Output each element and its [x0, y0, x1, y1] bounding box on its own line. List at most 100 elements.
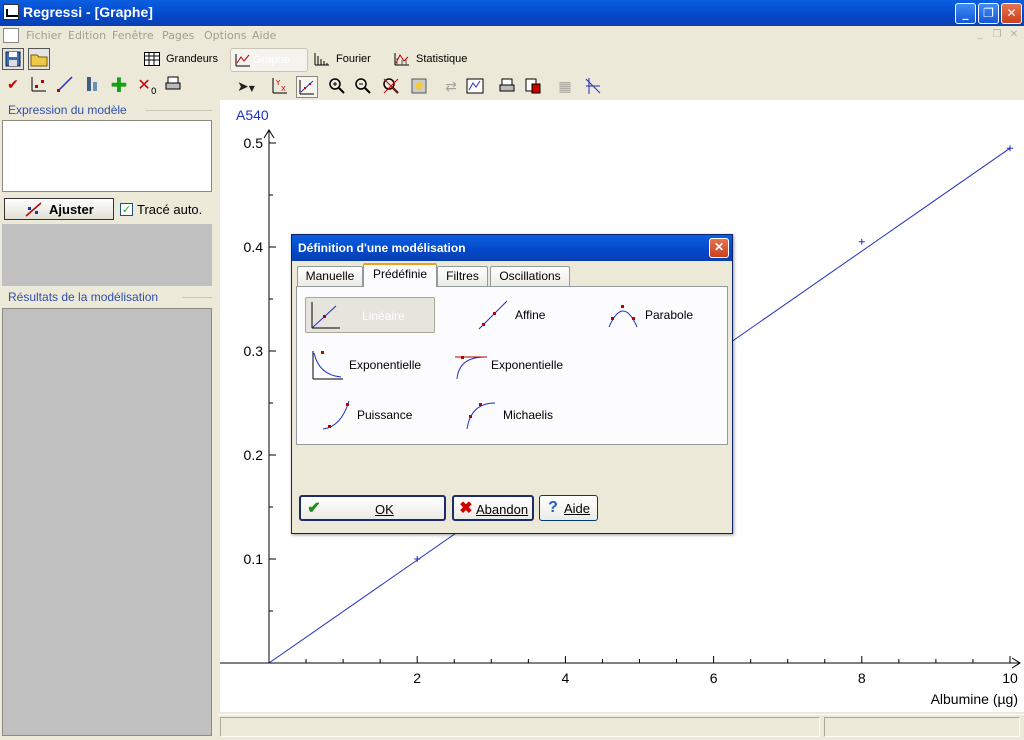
parabola-model-icon	[608, 305, 638, 328]
table-grid-icon	[144, 52, 160, 66]
ok-button[interactable]: ✔ OK	[299, 495, 446, 521]
model-label: Exponentielle	[491, 358, 564, 372]
frame-chart-icon[interactable]	[464, 76, 486, 98]
y-tick-label: 0.5	[244, 135, 264, 151]
x-zero-icon[interactable]: ✕0	[136, 74, 158, 97]
open-folder-icon[interactable]	[28, 48, 50, 70]
trace-auto-checkbox[interactable]: ✓	[120, 203, 133, 216]
page-tab-fourier[interactable]: Fourier	[314, 48, 388, 72]
save-icon[interactable]	[2, 48, 24, 70]
x-tick-label: 2	[413, 670, 421, 686]
scatter-points-icon[interactable]	[28, 74, 50, 96]
model-expression-input[interactable]	[2, 120, 212, 192]
mdi-close-icon[interactable]: ✕	[1006, 29, 1022, 43]
minimize-button[interactable]: _	[955, 3, 976, 24]
michaelis-model-icon	[466, 402, 496, 430]
linear-model-icon	[311, 302, 340, 329]
tab-filtres[interactable]: Filtres	[437, 266, 488, 286]
graph-toolbar: ➤▼ YX ⇄ ▦	[222, 74, 1024, 100]
model-exponentielle-growth-button[interactable]: Exponentielle	[453, 347, 583, 383]
zoom-reset-icon[interactable]	[380, 76, 402, 98]
help-question-icon: ?	[548, 499, 558, 516]
y-tick-label: 0.3	[244, 343, 264, 359]
grid-pattern-icon[interactable]	[408, 76, 430, 98]
tab-manuelle[interactable]: Manuelle	[297, 266, 363, 286]
abandon-x-icon: ✖	[459, 500, 473, 517]
model-lineaire-button[interactable]: Linéaire	[305, 297, 435, 333]
menu-fenetre[interactable]: Fenêtre	[112, 29, 154, 42]
page-tab-label: Fourier	[336, 53, 371, 65]
validate-check-icon[interactable]: ✔	[2, 74, 24, 96]
spectrum-bars-icon	[314, 53, 329, 66]
model-definition-dialog: Définition d'une modélisation ✕ Manuelle…	[291, 234, 733, 534]
caption-rule	[146, 110, 212, 111]
restore-button[interactable]: ❐	[978, 3, 999, 24]
draw-line-icon[interactable]	[54, 74, 76, 96]
tangent-lines-icon[interactable]	[582, 76, 604, 98]
y-axis-label: A540	[236, 107, 269, 123]
data-point	[1007, 145, 1013, 152]
power-model-icon	[322, 400, 350, 430]
caption-rule	[182, 297, 212, 298]
model-affine-button[interactable]: Affine	[475, 297, 585, 333]
results-caption: Résultats de la modélisation	[8, 290, 159, 304]
menu-fichier[interactable]: Fichier	[26, 29, 62, 42]
status-segment	[220, 717, 820, 737]
x-tick-label: 8	[858, 670, 866, 686]
aide-button[interactable]: ? Aide	[539, 495, 598, 521]
print-icon[interactable]	[162, 74, 184, 96]
model-label: Linéaire	[362, 309, 405, 323]
results-area	[2, 308, 212, 736]
bar-columns-icon[interactable]	[82, 74, 104, 96]
zoom-in-icon[interactable]	[326, 76, 348, 98]
menu-aide[interactable]: Aide	[252, 29, 276, 42]
ok-check-icon: ✔	[307, 500, 321, 517]
dialog-close-button[interactable]: ✕	[709, 238, 729, 258]
page-tab-graphe[interactable]: Graphe	[230, 48, 308, 72]
model-puissance-button[interactable]: Puissance	[319, 397, 449, 433]
model-label: Michaelis	[503, 408, 554, 422]
window-title: Regressi - [Graphe]	[23, 4, 153, 20]
model-parabole-button[interactable]: Parabole	[605, 297, 715, 333]
model-label: Affine	[515, 308, 546, 322]
menu-options[interactable]: Options	[204, 29, 246, 42]
app-icon[interactable]	[3, 4, 19, 20]
status-bar	[218, 714, 1024, 740]
mdi-restore-icon[interactable]: ❐	[989, 29, 1005, 43]
ajuster-button[interactable]: Ajuster	[4, 198, 114, 220]
affine-model-icon	[478, 300, 508, 330]
model-label: Parabole	[645, 308, 694, 322]
y-tick-label: 0.1	[244, 551, 264, 567]
x-tick-label: 6	[710, 670, 718, 686]
x-axis-label: Albumine (µg)	[931, 691, 1018, 707]
model-exponentielle-decay-button[interactable]: Exponentielle	[309, 347, 439, 383]
page-tab-label: Grandeurs	[166, 53, 218, 65]
copy-graph-icon[interactable]	[522, 76, 544, 98]
svg-text:X: X	[281, 85, 286, 93]
tab-oscillations[interactable]: Oscillations	[490, 266, 570, 286]
zoom-out-icon[interactable]	[352, 76, 374, 98]
x-tick-label: 4	[562, 670, 570, 686]
ok-label: OK	[375, 502, 394, 517]
abandon-button[interactable]: ✖ Abandon	[452, 495, 534, 521]
axes-xy-icon[interactable]: YX	[268, 76, 290, 98]
print-graph-icon[interactable]	[496, 76, 518, 98]
tab-predefinie[interactable]: Prédéfinie	[363, 263, 437, 287]
menu-pages[interactable]: Pages	[162, 29, 194, 42]
title-bar: Regressi - [Graphe] _ ❐ ✕	[0, 0, 1024, 26]
cursor-arrow-icon[interactable]: ➤▼	[230, 76, 262, 98]
document-icon[interactable]	[3, 28, 19, 43]
model-michaelis-button[interactable]: Michaelis	[463, 397, 573, 433]
exponential-growth-icon	[455, 356, 487, 380]
close-button[interactable]: ✕	[1001, 3, 1022, 24]
model-fit-icon[interactable]	[296, 76, 318, 98]
menu-bar: Fichier Edition Fenêtre Pages Options Ai…	[0, 26, 1024, 46]
status-segment	[824, 717, 1020, 737]
add-plus-icon[interactable]: ✚	[108, 74, 130, 96]
predefined-models-panel: Linéaire Affine Parabole Exponentielle E…	[296, 286, 728, 445]
page-tab-grandeurs[interactable]: Grandeurs	[144, 48, 224, 72]
fit-options-area	[2, 224, 212, 286]
menu-edition[interactable]: Edition	[68, 29, 106, 42]
page-tab-statistique[interactable]: Statistique	[394, 48, 474, 72]
mdi-minimize-icon[interactable]: _	[972, 29, 988, 43]
